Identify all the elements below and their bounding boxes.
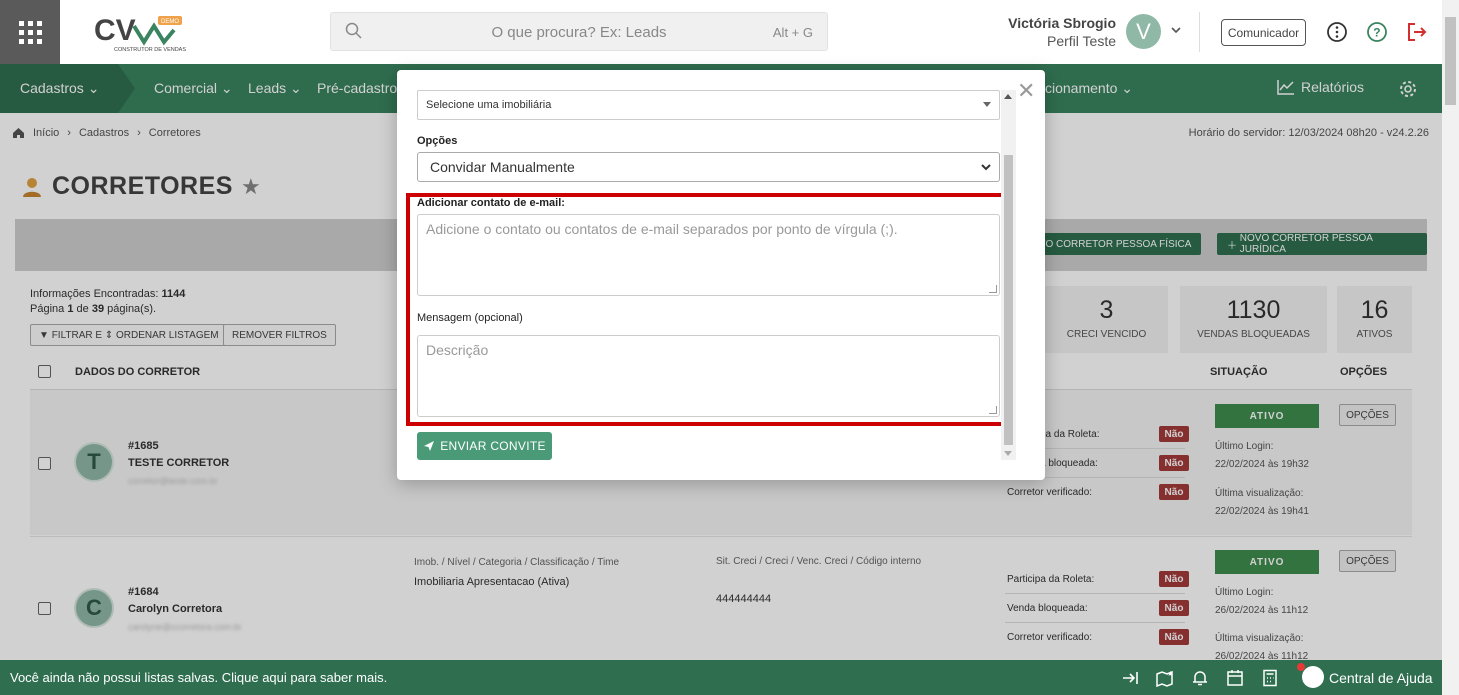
email-label: Adicionar contato de e-mail:: [417, 197, 565, 209]
message-label: Mensagem (opcional): [417, 312, 523, 324]
search-placeholder: O que procura? Ex: Leads: [491, 24, 667, 41]
top-bar: CV DEMO CONSTRUTOR DE VENDAS O que procu…: [0, 0, 1442, 64]
email-textarea[interactable]: Adicione o contato ou contatos de e-mail…: [417, 214, 1000, 296]
calculator-icon[interactable]: [1261, 669, 1279, 687]
chevron-down-icon[interactable]: [1170, 24, 1182, 36]
svg-text:?: ?: [1373, 26, 1380, 40]
user-info[interactable]: Victória Sbrogio Perfil Teste: [1008, 15, 1116, 49]
global-search[interactable]: O que procura? Ex: Leads Alt + G: [330, 12, 828, 51]
chevron-down-icon: [981, 164, 991, 171]
bottom-bar: Você ainda não possui listas salvas. Cli…: [0, 660, 1442, 695]
options-select[interactable]: Convidar Manualmente: [417, 152, 1000, 182]
help-center-link[interactable]: Central de Ajuda: [1329, 670, 1433, 686]
notification-dot: [1297, 663, 1305, 671]
map-star-icon[interactable]: ★: [1155, 669, 1175, 687]
arrow-right-bar-icon[interactable]: [1121, 669, 1139, 687]
communicator-button[interactable]: Comunicador: [1221, 19, 1306, 46]
help-icon[interactable]: ?: [1366, 21, 1388, 43]
user-role: Perfil Teste: [1047, 33, 1116, 49]
svg-text:★: ★: [1167, 670, 1173, 678]
user-avatar[interactable]: V: [1126, 14, 1161, 49]
chat-icon[interactable]: [1302, 666, 1324, 688]
send-invite-button[interactable]: ENVIAR CONVITE: [417, 432, 552, 460]
svg-text:DEMO: DEMO: [161, 19, 179, 25]
modal-scrollbar[interactable]: [1001, 90, 1016, 460]
user-name: Victória Sbrogio: [1008, 15, 1116, 31]
saved-lists-message[interactable]: Você ainda não possui listas salvas. Cli…: [10, 670, 387, 685]
imobiliaria-select[interactable]: Selecione uma imobiliária: [417, 90, 1000, 120]
more-options-icon[interactable]: [1326, 21, 1348, 43]
svg-text:CONSTRUTOR DE VENDAS: CONSTRUTOR DE VENDAS: [114, 47, 186, 53]
divider: [1199, 12, 1200, 52]
options-label: Opções: [417, 135, 458, 147]
page-scrollbar[interactable]: [1442, 0, 1459, 695]
apps-menu-button[interactable]: [0, 0, 60, 64]
invite-modal: ✕ Selecione uma imobiliária Opções Convi…: [397, 70, 1045, 480]
message-textarea[interactable]: Descrição: [417, 335, 1000, 417]
logout-icon[interactable]: [1406, 21, 1428, 43]
logo[interactable]: CV DEMO CONSTRUTOR DE VENDAS: [94, 12, 186, 54]
paper-plane-icon: [424, 441, 435, 451]
calendar-icon[interactable]: [1226, 669, 1244, 687]
search-shortcut: Alt + G: [772, 25, 813, 40]
close-icon[interactable]: ✕: [1017, 78, 1035, 104]
bell-icon[interactable]: [1191, 669, 1209, 687]
grid-icon: [18, 20, 42, 44]
svg-text:CV: CV: [94, 14, 136, 47]
